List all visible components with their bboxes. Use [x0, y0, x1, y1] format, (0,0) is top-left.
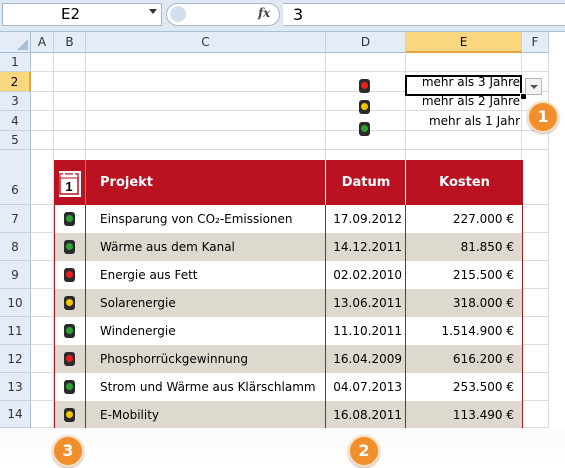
status-light-yellow-icon [64, 296, 75, 310]
row-header-5[interactable]: 5 [0, 131, 31, 150]
status-light-green-icon [64, 212, 75, 226]
cell-datum[interactable]: 14.12.2011 [326, 233, 402, 261]
row-header-11[interactable]: 11 [0, 317, 31, 345]
header-datum: Datum [341, 175, 391, 190]
cell-kosten[interactable]: 215.500 € [406, 261, 514, 289]
cell-datum[interactable]: 04.07.2013 [326, 373, 402, 401]
insert-function-icon[interactable]: fx [258, 6, 270, 20]
callout-2: 2 [348, 435, 380, 467]
svg-text:1: 1 [65, 179, 72, 194]
table-border-right [522, 160, 523, 428]
callout-3: 3 [52, 435, 84, 467]
gridline-horizontal [31, 149, 549, 150]
column-header-f[interactable]: F [522, 32, 549, 53]
column-header-a[interactable]: A [31, 32, 54, 53]
row-header-10[interactable]: 10 [0, 289, 31, 317]
legend-label[interactable]: mehr als 3 Jahre [405, 72, 520, 92]
legend-label: mehr als 1 Jahr [428, 114, 520, 128]
row-header-14[interactable]: 14 [0, 401, 31, 428]
cell-datum[interactable]: 16.08.2011 [326, 401, 402, 429]
bottom-area [0, 428, 565, 468]
select-all-icon [17, 39, 28, 50]
column-header-b[interactable]: B [54, 32, 86, 53]
traffic-light-yellow-icon [359, 100, 370, 114]
cell-datum[interactable]: 02.02.2010 [326, 261, 402, 289]
cell-kosten[interactable]: 81.850 € [406, 233, 514, 261]
callout-1: 1 [527, 101, 559, 133]
table-border-left [54, 160, 55, 428]
header-divider-datum [325, 160, 326, 205]
fill-handle[interactable] [520, 93, 527, 100]
column-header-c[interactable]: C [86, 32, 326, 53]
status-light-red-icon [64, 268, 75, 282]
column-header-d[interactable]: D [326, 32, 406, 53]
header-divider [85, 160, 86, 205]
name-box[interactable]: E2 [2, 3, 162, 26]
row-header-2[interactable]: 2 [0, 72, 31, 92]
row-header-3[interactable]: 3 [0, 92, 31, 111]
expand-icon[interactable] [170, 6, 186, 22]
row-header-4[interactable]: 4 [0, 111, 31, 131]
cell-kosten[interactable]: 616.200 € [406, 345, 514, 373]
cell-kosten[interactable]: 1.514.900 € [406, 317, 514, 345]
cell-projekt[interactable]: Phosphorrückgewinnung [100, 345, 322, 373]
header-projekt: Projekt [100, 175, 154, 190]
cell-projekt[interactable]: Einsparung von CO₂-Emissionen [100, 205, 322, 233]
row-header-8[interactable]: 8 [0, 233, 31, 261]
status-light-green-icon [64, 380, 75, 394]
row-header-12[interactable]: 12 [0, 345, 31, 373]
formula-input[interactable]: 3 [283, 3, 565, 26]
cell-projekt[interactable]: Energie aus Fett [100, 261, 322, 289]
cell-projekt[interactable]: E-Mobility [100, 401, 322, 429]
cell-projekt[interactable]: Windenergie [100, 317, 322, 345]
cell-dropdown-button[interactable] [525, 78, 542, 95]
cell-datum[interactable]: 11.10.2011 [326, 317, 402, 345]
traffic-light-red-icon [359, 79, 370, 93]
status-light-green-icon [64, 240, 75, 254]
cell-datum[interactable]: 16.04.2009 [326, 345, 402, 373]
column-header-e[interactable]: E [406, 32, 522, 53]
cell-datum[interactable]: 17.09.2012 [326, 205, 402, 233]
calendar-icon: 1 [59, 171, 81, 197]
status-light-red-icon [64, 352, 75, 366]
cell-projekt[interactable]: Wärme aus dem Kanal [100, 233, 322, 261]
cell-kosten[interactable]: 227.000 € [406, 205, 514, 233]
cell-kosten[interactable]: 253.500 € [406, 373, 514, 401]
table-divider-status [85, 205, 86, 428]
row-header-7[interactable]: 7 [0, 205, 31, 233]
status-light-yellow-icon [64, 408, 75, 422]
row-header-1[interactable]: 1 [0, 53, 31, 72]
name-box-dropdown-icon[interactable] [149, 9, 157, 14]
cell-kosten[interactable]: 318.000 € [406, 289, 514, 317]
row-header-9[interactable]: 9 [0, 261, 31, 289]
cell-kosten[interactable]: 113.490 € [406, 401, 514, 429]
row-header-6[interactable]: 6 [0, 150, 31, 205]
cell-projekt[interactable]: Solarenergie [100, 289, 322, 317]
row-header-13[interactable]: 13 [0, 373, 31, 401]
cell-projekt[interactable]: Strom und Wärme aus Klärschlamm [100, 373, 322, 401]
cell-datum[interactable]: 13.06.2011 [326, 289, 402, 317]
traffic-light-green-icon [359, 122, 370, 136]
header-divider-kosten [405, 160, 406, 205]
header-kosten: Kosten [439, 175, 490, 190]
legend-label: mehr als 2 Jahre [421, 94, 520, 108]
status-light-green-icon [64, 324, 75, 338]
